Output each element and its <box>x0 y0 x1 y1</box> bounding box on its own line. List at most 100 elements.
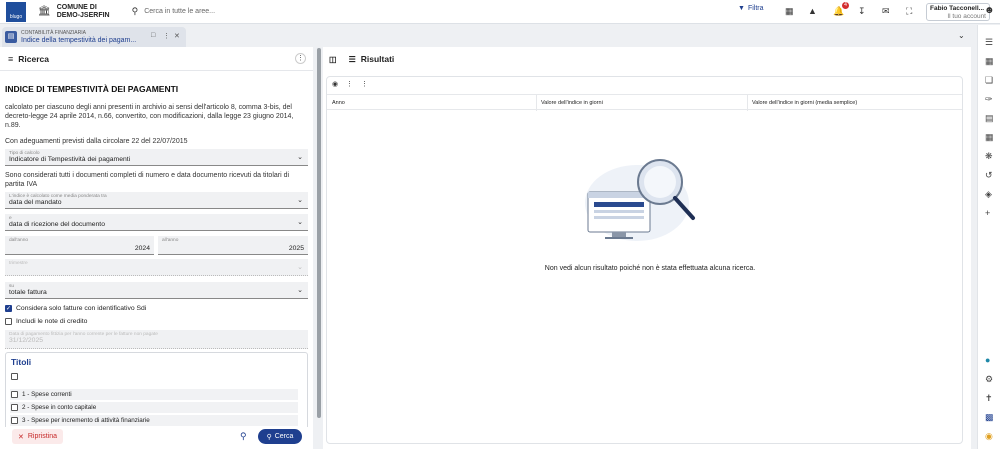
reset-button[interactable]: ✕ Ripristina <box>12 429 64 444</box>
user-menu[interactable]: Fabio Tacconell... Il tuo account <box>926 3 990 21</box>
results-card <box>326 76 963 444</box>
description: calcolato per ciascuno degli anni presen… <box>5 104 294 129</box>
app-logo[interactable]: blugo <box>6 1 26 22</box>
su-select[interactable]: su totale fattura ⌄ <box>5 282 308 299</box>
help-icon[interactable]: ◉ <box>985 431 993 442</box>
eye-icon[interactable]: ◉ <box>332 80 338 88</box>
list-item[interactable]: 2 - Spese in conto capitale <box>10 402 298 413</box>
results-title: Risultati <box>360 54 395 64</box>
tab-menu-icon[interactable]: ⋮ <box>163 32 170 40</box>
chevron-down-icon: ⌄ <box>297 287 303 294</box>
data-pagamento-label: Data di pagamento fittizia per l'anno co… <box>9 332 158 337</box>
tipo-calcolo-label: Tipo di calcolo <box>9 151 40 156</box>
warning-icon[interactable]: ▲ <box>808 6 817 16</box>
right-sidebar: ☰ ▦ ❏ ✑ ▤ ▦ ❋ ↺ ◈ + ● ⚙ ✝ ▩ ◉ <box>977 25 1000 449</box>
tab-module: CONTABILITÀ FINANZIARIA <box>21 30 86 36</box>
column-header-indice[interactable]: Valore dell'indice in giorni <box>541 100 603 106</box>
list-item[interactable]: 1 - Spese correnti <box>10 389 298 400</box>
add-icon[interactable]: + <box>985 208 990 218</box>
org-name[interactable]: COMUNE DI DEMO-JSERFIN <box>57 4 110 20</box>
location-icon[interactable]: ● <box>985 355 990 365</box>
table-toolbar: ◉ ⋮ ⋮ <box>332 80 368 88</box>
global-search[interactable]: ⚲ Cerca in tutte le aree... <box>132 6 732 17</box>
data-pagamento-value: 31/12/2025 <box>9 337 44 344</box>
checkbox-checked[interactable]: ✓ <box>5 305 12 312</box>
search-button-label: Cerca <box>274 433 294 440</box>
tab-indice-tempestivita[interactable]: ▤ CONTABILITÀ FINANZIARIA Indice della t… <box>2 27 186 47</box>
column-header-anno[interactable]: Anno <box>332 100 345 106</box>
media-ponderata-label: L'indice è calcolato come media ponderat… <box>9 194 107 199</box>
e-field-label: e <box>9 216 12 221</box>
filter-button[interactable]: ▼ Filtra <box>738 5 764 12</box>
search-input[interactable]: Cerca in tutte le aree... <box>144 8 215 15</box>
panel-toggle-icon[interactable]: ◫ <box>329 55 337 64</box>
circolare-note: Con adeguamenti previsti dalla circolare… <box>5 138 188 145</box>
filter-label: Filtra <box>747 5 764 12</box>
check-note-label: Includi le note di credito <box>16 318 88 325</box>
chat-icon[interactable]: ▩ <box>985 412 994 423</box>
download-icon[interactable]: ↧ <box>858 6 866 17</box>
document-icon[interactable]: ▤ <box>985 113 994 124</box>
all-anno-value: 2025 <box>288 245 304 252</box>
all-anno-label: all'anno <box>162 238 179 243</box>
titoli-select-all[interactable] <box>11 373 22 380</box>
dall-anno-label: dall'anno <box>9 238 29 243</box>
calculator-icon[interactable]: ▦ <box>985 132 994 143</box>
advanced-search-icon[interactable]: ⚲ <box>240 431 247 442</box>
tab-bar: ▤ CONTABILITÀ FINANZIARIA Indice della t… <box>0 25 976 47</box>
tipo-calcolo-select[interactable]: Tipo di calcolo Indicatore di Tempestivi… <box>5 149 308 166</box>
building-icon[interactable]: 🏛 <box>38 6 51 17</box>
panel-scrollbar[interactable] <box>317 48 321 418</box>
all-anno-field[interactable]: all'anno 2025 <box>158 236 308 255</box>
plug-icon[interactable]: ✑ <box>985 94 993 105</box>
close-icon[interactable]: ✕ <box>174 32 180 40</box>
table-header: Anno Valore dell'indice in giorni Valore… <box>327 94 962 111</box>
fullscreen-icon[interactable]: ⛶ <box>906 6 912 17</box>
network-icon[interactable]: ❋ <box>985 151 993 162</box>
column-header-media[interactable]: Valore dell'indice in giorni (media semp… <box>752 100 857 106</box>
copy-icon[interactable]: ❏ <box>985 75 993 86</box>
reset-label: Ripristina <box>27 433 58 440</box>
tags-icon[interactable]: ◈ <box>985 189 992 200</box>
dall-anno-field[interactable]: dall'anno 2024 <box>5 236 154 255</box>
book-icon[interactable]: ▦ <box>985 56 994 67</box>
chevron-down-icon: ⌄ <box>297 219 303 226</box>
search-icon: ⚲ <box>131 6 139 16</box>
columns-icon[interactable]: ⋮ <box>346 80 353 88</box>
column-divider[interactable] <box>536 95 537 111</box>
titoli-section: Titoli 1 - Spese correnti 2 - Spese in c… <box>5 352 308 430</box>
checkbox[interactable] <box>5 318 12 325</box>
mail-icon[interactable]: ✉ <box>882 6 890 17</box>
data-ricezione-select[interactable]: e data di ricezione del documento ⌄ <box>5 214 308 231</box>
checkbox[interactable] <box>11 417 18 424</box>
pin-icon[interactable]: □ <box>151 32 155 39</box>
account-icon[interactable]: ☻ <box>984 5 995 16</box>
tab-title: Indice della tempestività dei pagam... <box>21 37 137 44</box>
checkbox[interactable] <box>11 373 18 380</box>
user-name: Fabio Tacconell... <box>930 5 985 12</box>
accessibility-icon[interactable]: ✝ <box>985 393 993 404</box>
search-panel-title: Ricerca <box>18 53 49 64</box>
search-panel-menu-icon[interactable]: ⋮ <box>295 53 306 64</box>
check-note-credito[interactable]: Includi le note di credito <box>5 318 87 325</box>
tipo-calcolo-value: Indicatore di Tempestività dei pagamenti <box>9 156 131 163</box>
settings-icon[interactable]: ⚙ <box>985 374 993 385</box>
media-ponderata-select[interactable]: L'indice è calcolato come media ponderat… <box>5 192 308 209</box>
more-icon[interactable]: ⋮ <box>361 80 368 88</box>
filter-icon: ▼ <box>738 5 745 12</box>
chevron-down-icon[interactable]: ⌄ <box>958 31 965 40</box>
su-value: totale fattura <box>9 289 47 296</box>
list-icon[interactable]: ☰ <box>985 37 993 48</box>
column-divider[interactable] <box>747 95 748 111</box>
checkbox[interactable] <box>11 404 18 411</box>
history-icon[interactable]: ↺ <box>985 170 993 181</box>
empty-search-illustration <box>585 159 695 241</box>
dashboard-icon[interactable]: ▦ <box>785 6 794 17</box>
search-button[interactable]: ⚲ Cerca <box>258 429 302 444</box>
list-item[interactable]: 3 - Spese per incremento di attività fin… <box>10 415 298 426</box>
titoli-title: Titoli <box>11 357 32 367</box>
search-panel-header: ≡ Ricerca <box>0 47 313 71</box>
checkbox[interactable] <box>11 391 18 398</box>
dall-anno-value: 2024 <box>134 245 150 252</box>
check-sdi[interactable]: ✓ Considera solo fatture con identificat… <box>5 305 146 312</box>
